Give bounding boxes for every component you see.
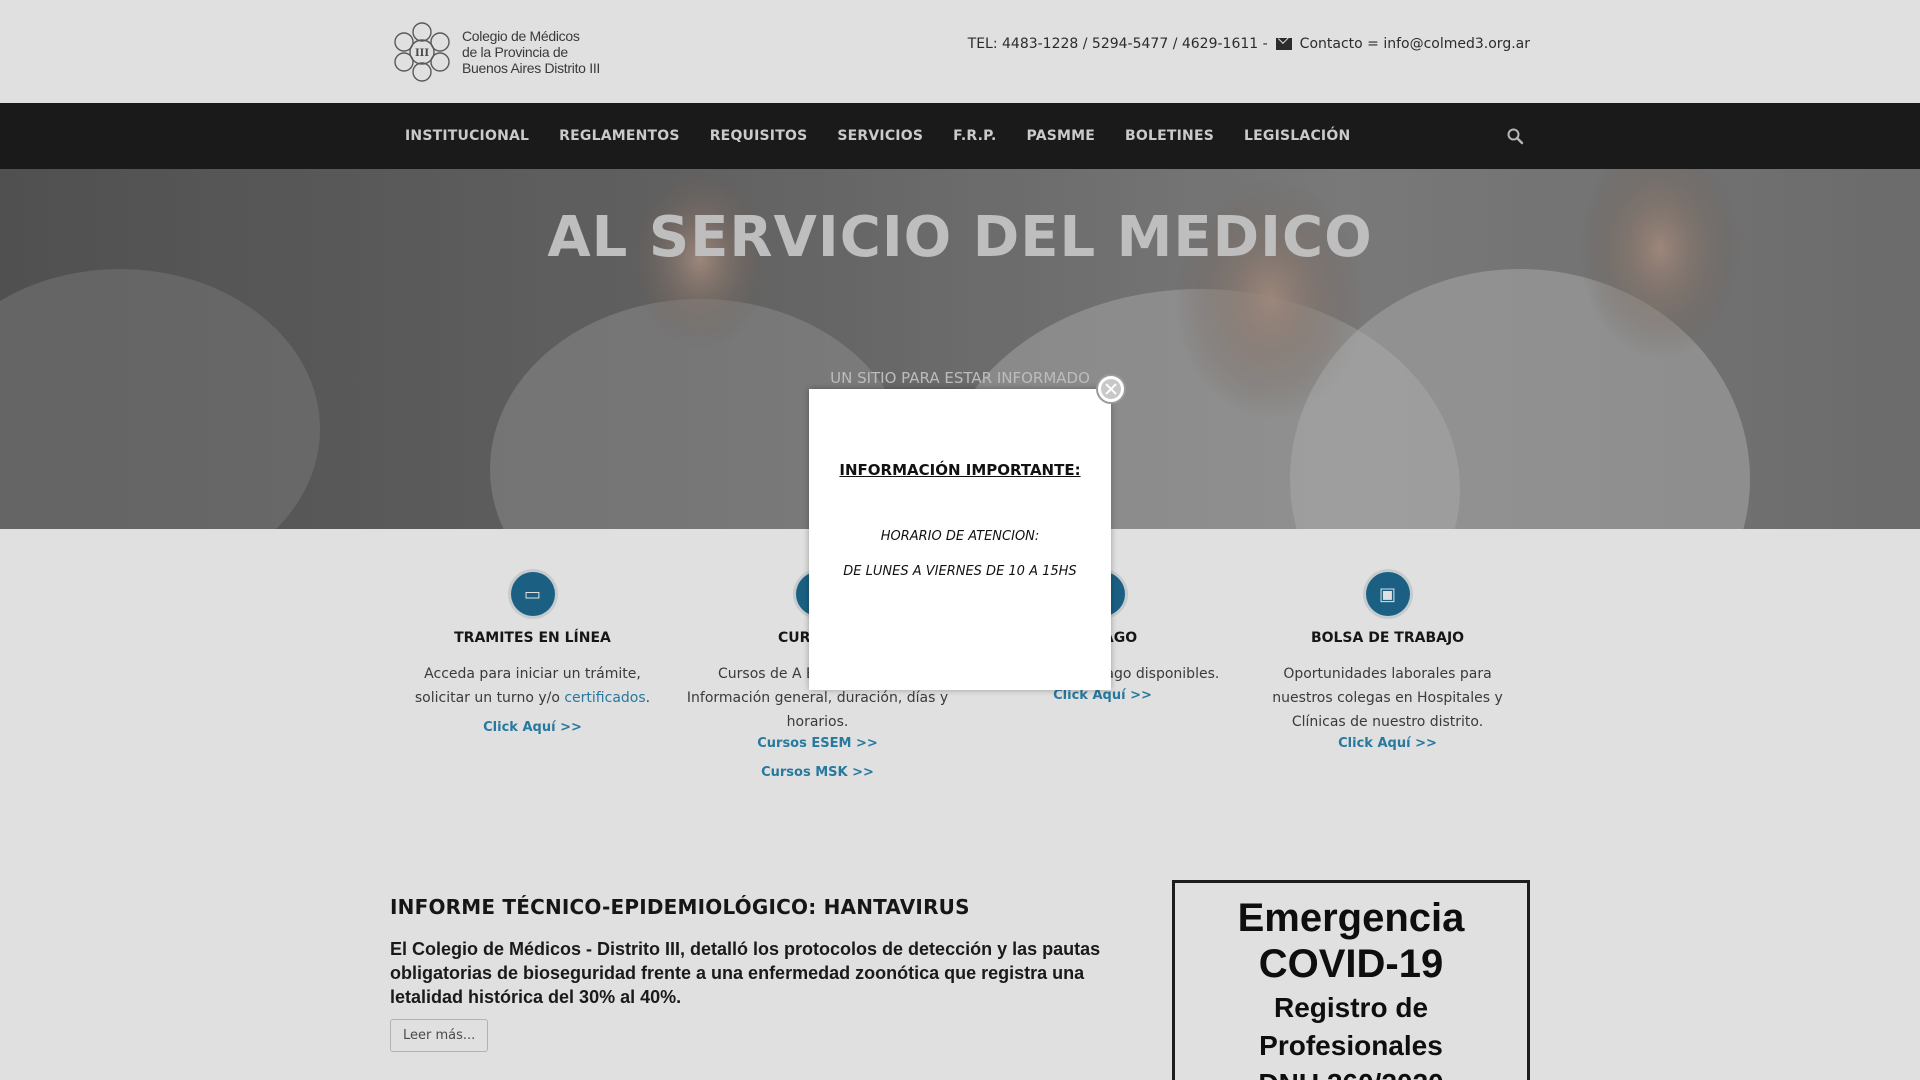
- modal-hours-label: HORARIO DE ATENCION:: [880, 529, 1040, 544]
- modal-hours-value: DE LUNES A VIERNES DE 10 A 15HS: [843, 564, 1077, 579]
- modal-close-button[interactable]: [1096, 374, 1126, 404]
- close-icon: [1101, 379, 1121, 399]
- modal-title: INFORMACIÓN IMPORTANTE:: [839, 461, 1081, 479]
- info-modal: INFORMACIÓN IMPORTANTE: HORARIO DE ATENC…: [809, 389, 1111, 690]
